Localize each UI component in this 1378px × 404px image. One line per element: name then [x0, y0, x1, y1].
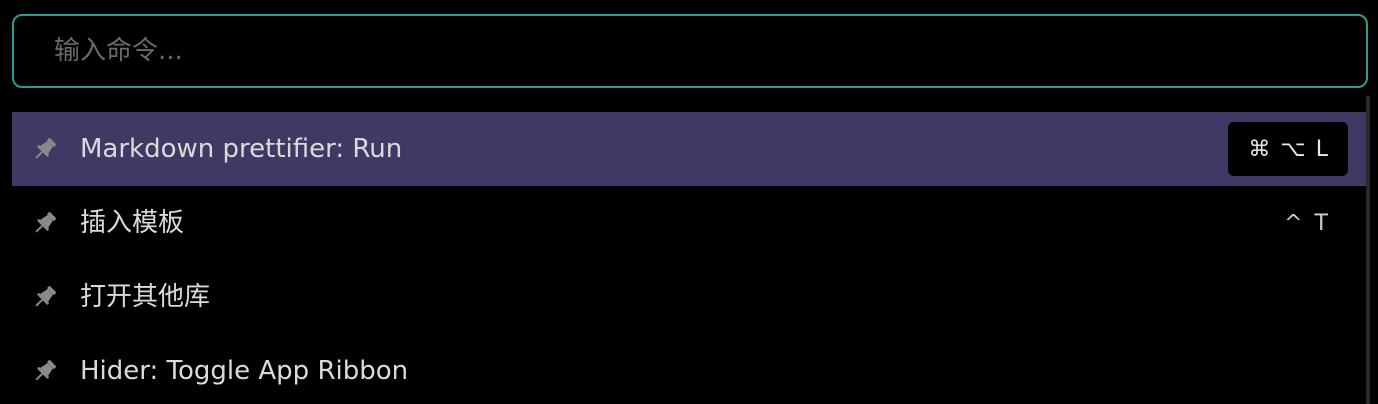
- command-label: 打开其他库: [80, 282, 211, 312]
- command-search-input[interactable]: [54, 16, 1334, 86]
- pin-icon[interactable]: [30, 356, 60, 386]
- command-item[interactable]: 插入模板 ^ T: [12, 186, 1368, 260]
- command-label: Markdown prettifier: Run: [80, 134, 403, 164]
- command-search-box[interactable]: [12, 14, 1368, 88]
- command-hotkey: ⌘ ⌥ L: [1228, 122, 1348, 176]
- command-item[interactable]: Hider: Toggle App Ribbon: [12, 334, 1368, 404]
- command-results-list: Markdown prettifier: Run ⌘ ⌥ L 插入模板 ^ T: [12, 112, 1368, 404]
- command-hotkey: ^ T: [1284, 186, 1328, 260]
- hotkey-key: ⌥: [1280, 136, 1306, 162]
- hotkey-key: L: [1315, 136, 1328, 162]
- results-scrollbar[interactable]: [1366, 96, 1370, 404]
- pin-icon[interactable]: [30, 134, 60, 164]
- pin-icon[interactable]: [30, 282, 60, 312]
- command-label: Hider: Toggle App Ribbon: [80, 356, 409, 386]
- command-palette: Markdown prettifier: Run ⌘ ⌥ L 插入模板 ^ T: [0, 0, 1378, 404]
- pin-icon[interactable]: [30, 208, 60, 238]
- command-item[interactable]: Markdown prettifier: Run ⌘ ⌥ L: [12, 112, 1368, 186]
- command-label: 插入模板: [80, 208, 185, 238]
- hotkey-key: T: [1314, 210, 1328, 236]
- hotkey-key: ^: [1284, 210, 1303, 236]
- command-item[interactable]: 打开其他库: [12, 260, 1368, 334]
- hotkey-key: ⌘: [1248, 136, 1271, 162]
